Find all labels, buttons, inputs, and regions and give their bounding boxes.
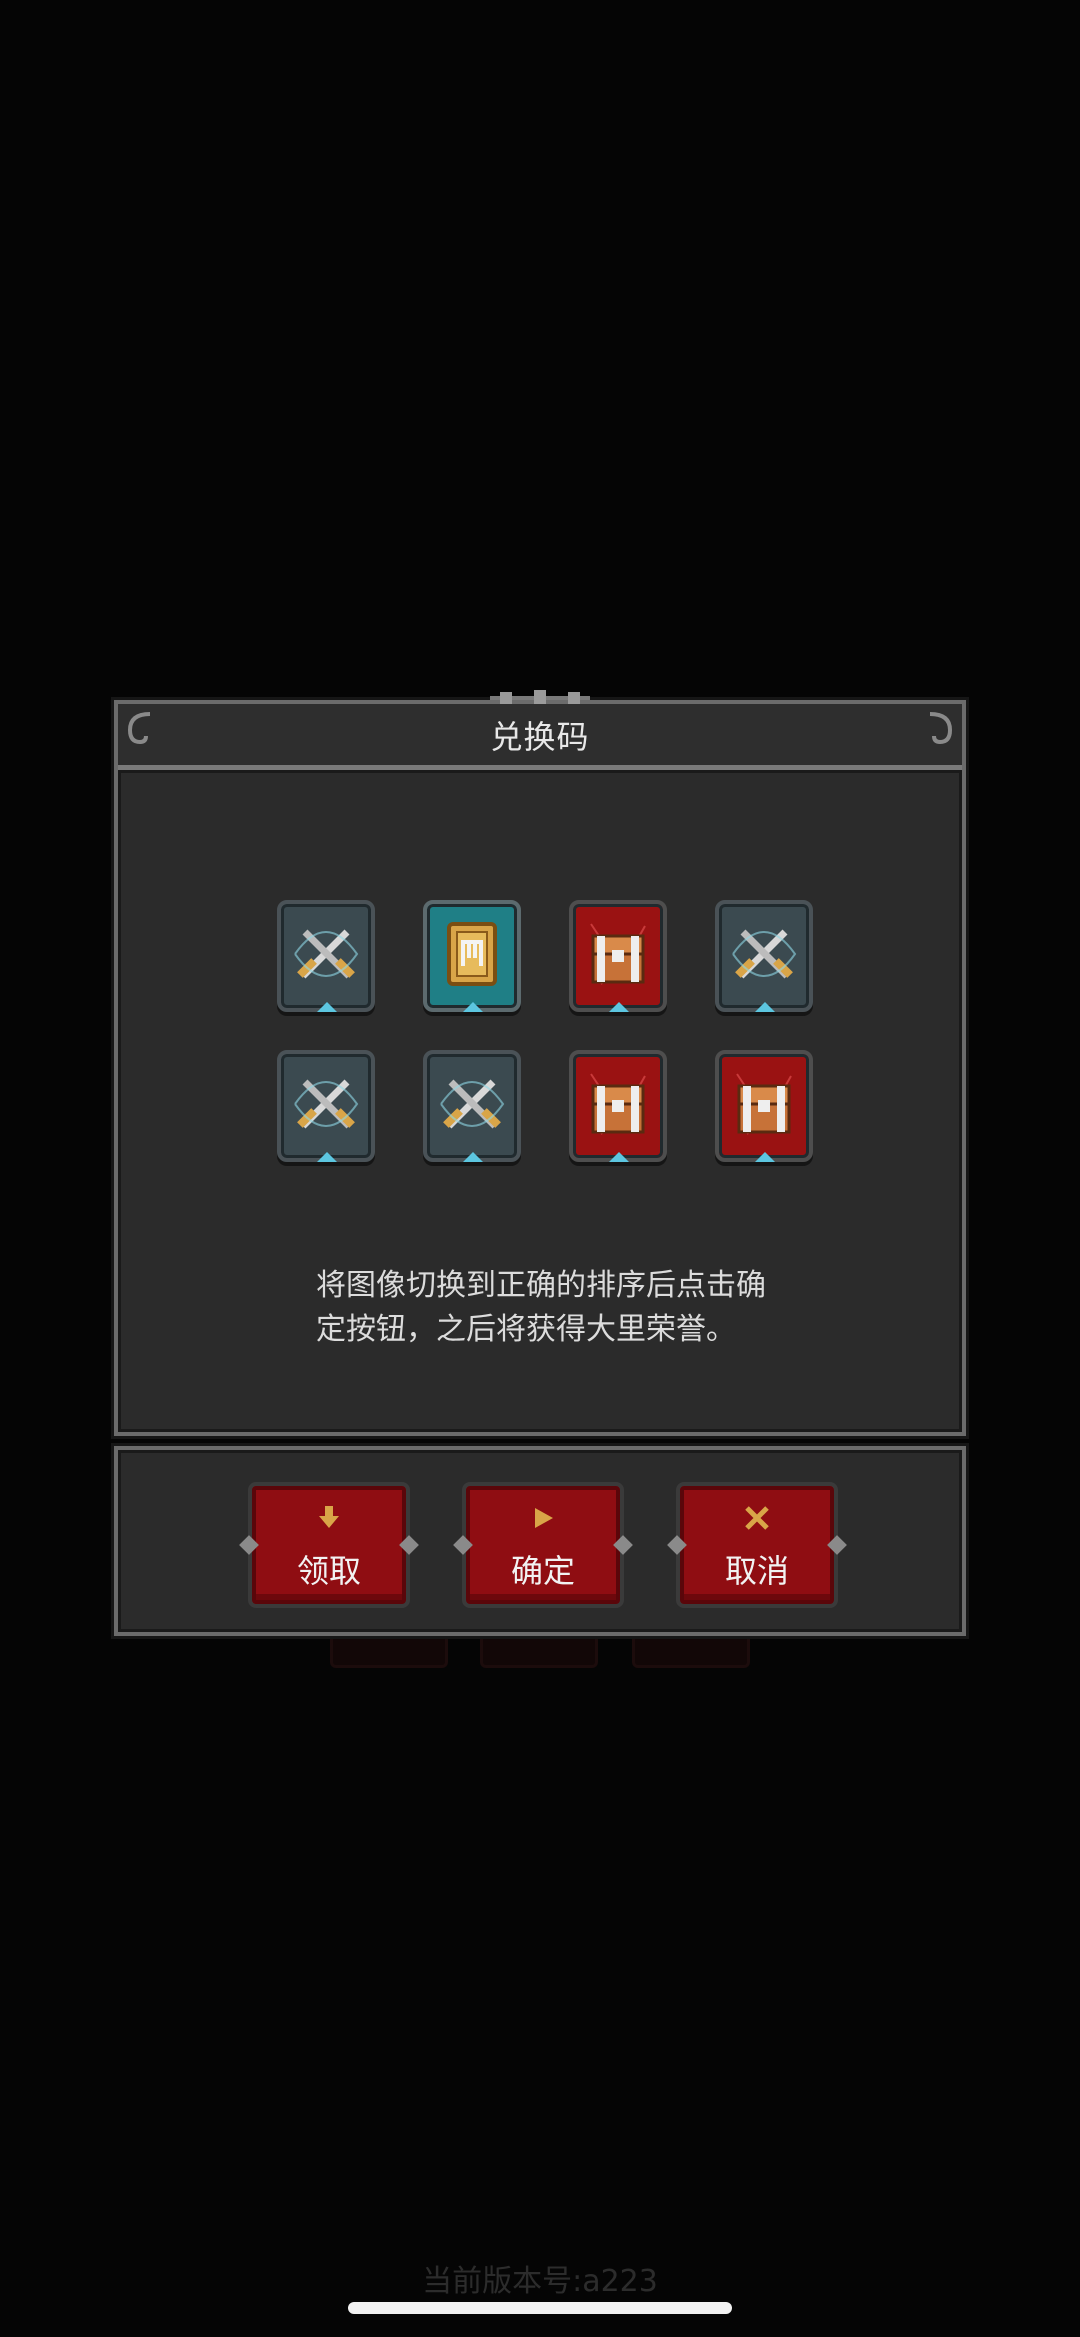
instruction-line: 将图像切换到正确的排序后点击确 (316, 1268, 766, 1303)
game-screen: 兑换码 将图像切换到正确的排序后点击确 定按钮，之后将获得大里荣誉。 领取 确定… (0, 0, 1080, 2337)
rune-card-icon (447, 922, 497, 986)
tile-pointer-icon (317, 1152, 337, 1162)
tile-blade[interactable] (423, 1050, 521, 1162)
play-icon (466, 1504, 620, 1537)
treasure-chest-icon (590, 923, 646, 985)
dialog-title-bar: 兑换码 (118, 704, 962, 770)
cancel-button[interactable]: 取消 (667, 1482, 847, 1608)
treasure-chest-icon (590, 1073, 646, 1135)
tile-card[interactable] (423, 900, 521, 1012)
claim-button-label: 领取 (296, 1552, 361, 1590)
tile-blade[interactable] (277, 1050, 375, 1162)
crossed-swords-icon (294, 929, 359, 979)
tile-pointer-icon (609, 1152, 629, 1162)
confirm-button-label: 确定 (510, 1552, 575, 1590)
tile-pointer-icon (317, 1002, 337, 1012)
confirm-button[interactable]: 确定 (453, 1482, 633, 1608)
crossed-swords-icon (732, 929, 797, 979)
tile-pointer-icon (755, 1002, 775, 1012)
instruction-line: 定按钮，之后将获得大里荣誉。 (316, 1312, 736, 1347)
dialog-title: 兑换码 (490, 718, 590, 756)
down-arrow-icon (252, 1504, 406, 1537)
version-label: 当前版本号:a223 (422, 2264, 658, 2299)
tile-pointer-icon (463, 1002, 483, 1012)
action-bar: 领取 确定 取消 (114, 1446, 966, 1636)
cancel-button-label: 取消 (724, 1552, 789, 1590)
tile-chest[interactable] (569, 900, 667, 1012)
close-x-icon (680, 1504, 834, 1537)
tile-pointer-icon (463, 1152, 483, 1162)
tile-chest[interactable] (715, 1050, 813, 1162)
redeem-dialog: 兑换码 将图像切换到正确的排序后点击确 定按钮，之后将获得大里荣誉。 (114, 690, 966, 1436)
tile-blade[interactable] (277, 900, 375, 1012)
tile-pointer-icon (609, 1002, 629, 1012)
treasure-chest-icon (736, 1073, 792, 1135)
crossed-swords-icon (440, 1079, 505, 1129)
crossed-swords-icon (294, 1079, 359, 1129)
tile-pointer-icon (755, 1152, 775, 1162)
top-ornament-icon (490, 690, 590, 704)
claim-button[interactable]: 领取 (239, 1482, 419, 1608)
tile-blade[interactable] (715, 900, 813, 1012)
tile-chest[interactable] (569, 1050, 667, 1162)
instruction-text: 将图像切换到正确的排序后点击确 定按钮，之后将获得大里荣誉。 (316, 1264, 796, 1352)
home-indicator[interactable] (348, 2302, 732, 2314)
